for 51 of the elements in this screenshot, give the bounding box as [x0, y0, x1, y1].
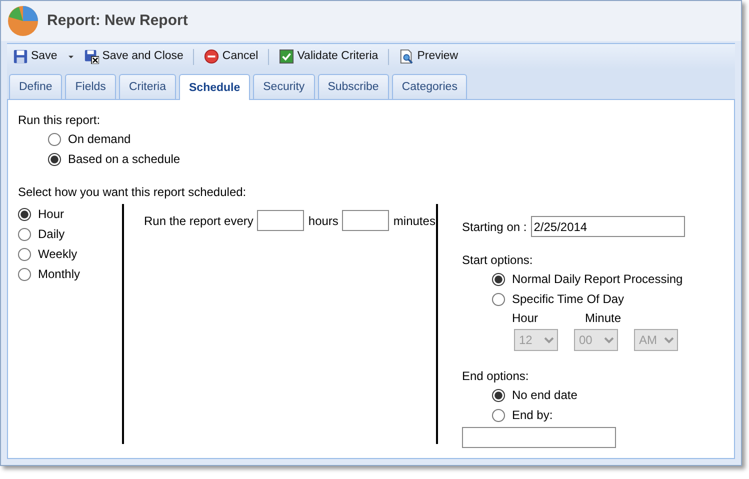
radio-button[interactable]	[18, 228, 31, 241]
radio-button[interactable]	[48, 152, 61, 166]
hours-label: hours	[308, 212, 338, 230]
radio-label: Weekly	[38, 246, 78, 264]
tab[interactable]: Fields	[65, 74, 116, 100]
run-every-label: Run the report every	[144, 212, 254, 230]
document-magnifier-icon	[399, 49, 414, 64]
section-label: End options:	[462, 368, 530, 386]
radio-button[interactable]	[492, 272, 505, 286]
checkbox-icon	[279, 49, 294, 64]
tab[interactable]: Criteria	[118, 74, 176, 100]
preview-button[interactable]: Preview	[397, 48, 460, 66]
radio-label: End by:	[512, 407, 553, 424]
cancel-button[interactable]: Cancel	[202, 48, 260, 66]
tab[interactable]: Categories	[392, 74, 468, 100]
validate-button[interactable]: Validate Criteria	[277, 48, 380, 66]
radio-button[interactable]	[18, 208, 31, 221]
minutes-field[interactable]	[342, 210, 390, 232]
section-label: Select how you want this report scheduled:	[18, 184, 248, 202]
radio-label: No end date	[512, 387, 578, 404]
radio-button[interactable]	[492, 292, 505, 306]
radio-label: Normal Daily Report Processing	[512, 271, 683, 288]
pie-chart-icon	[7, 5, 39, 37]
radio-button[interactable]	[492, 388, 505, 402]
start-date-field[interactable]: 2/25/2014	[530, 216, 685, 238]
hours-field[interactable]	[257, 210, 304, 232]
radio-label: Daily	[38, 226, 65, 244]
radio-button[interactable]	[18, 248, 31, 261]
window-title: Report: New Report	[47, 10, 188, 31]
radio-label: On demand	[68, 131, 131, 148]
section-label: Start options:	[462, 252, 534, 270]
radio-label: Specific Time Of Day	[512, 291, 624, 308]
hour-label: Hour	[512, 310, 540, 328]
section-label: Run this report:	[18, 112, 102, 130]
tab[interactable]: Subscribe	[318, 74, 389, 100]
save-button[interactable]: Save	[11, 48, 78, 66]
starting-on-label: Starting on :	[462, 218, 527, 236]
radio-label: Based on a schedule	[68, 151, 180, 168]
radio-button[interactable]	[48, 132, 61, 146]
tab[interactable]: Security	[253, 74, 315, 100]
radio-button[interactable]	[492, 408, 505, 422]
end-date-field[interactable]	[462, 427, 616, 448]
minutes-label: minutes	[393, 212, 436, 230]
radio-label: Monthly	[38, 266, 80, 284]
cancel-icon	[204, 49, 220, 64]
minute-label: Minute	[585, 310, 622, 328]
save-close-button[interactable]: Save and Close	[82, 48, 186, 66]
tab[interactable]: Schedule	[179, 74, 250, 100]
radio-button[interactable]	[18, 268, 31, 281]
radio-label: Hour	[38, 206, 64, 224]
tab[interactable]: Define	[9, 74, 62, 100]
